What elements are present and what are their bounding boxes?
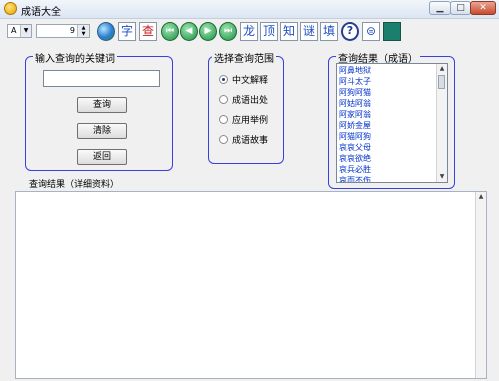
list-item[interactable]: 哀哀欲绝 [339,153,371,164]
first-button[interactable]: ⏮ [161,22,179,41]
keyword-input[interactable] [43,70,160,87]
help-button[interactable]: ? [341,22,359,41]
spinner-arrows-icon[interactable]: ▲ ▼ [77,25,89,37]
mi-button-label: 谜 [302,24,315,38]
results-scrollbar[interactable]: ▲ ▼ [436,64,447,182]
back-button[interactable]: 返回 [77,149,127,165]
help-icon: ? [346,24,354,37]
window-title: 成语大全 [21,7,61,18]
next-icon: ▶ [204,26,212,36]
scrollbar-thumb[interactable] [438,75,445,89]
list-item[interactable]: 阿猫阿狗 [339,131,371,142]
list-item[interactable]: 阿狗阿猫 [339,87,371,98]
font-combo[interactable]: A ▼ [7,24,32,38]
maximize-button[interactable]: □ [450,1,471,15]
list-item[interactable]: 哀兵必胜 [339,164,371,175]
query-button[interactable]: 查询 [77,97,127,113]
mi-button[interactable]: 谜 [300,22,318,41]
list-item[interactable]: 阿娇金屋 [339,120,371,131]
maximize-icon: □ [456,3,465,13]
first-icon: ⏮ [165,26,175,36]
results-listbox[interactable]: 阿鼻地狱 阿斗太子 阿狗阿猫 阿姑阿翁 阿家阿翁 阿娇金屋 阿猫阿狗 哀哀父母 … [336,63,448,183]
list-item[interactable]: 哀而不伤 [339,175,371,182]
scroll-up-icon[interactable]: ▲ [476,192,486,202]
clear-button[interactable]: 清除 [77,123,127,139]
list-item[interactable]: 阿家阿翁 [339,109,371,120]
minimize-icon: ▁ [436,3,444,13]
scope-group-label: 选择查询范围 [212,50,276,65]
ding-button[interactable]: 顶 [260,22,278,41]
minimize-button[interactable]: ▁ [429,1,451,15]
long-button-label: 龙 [242,24,255,38]
library-button[interactable] [383,22,401,41]
scroll-down-icon[interactable]: ▼ [437,172,447,182]
prev-button[interactable]: ◀ [180,22,198,41]
list-item[interactable]: 阿鼻地狱 [339,65,371,76]
tian-button-label: 填 [322,24,335,38]
print-icon: ⊜ [365,24,377,38]
detail-label: 查询结果（详细资料） [29,180,120,190]
scope-option-label: 应用举例 [232,116,269,126]
size-spinner[interactable]: 9 ▲ ▼ [36,24,90,38]
font-combo-value: A [11,26,17,35]
title-bar: 成语大全 ▁ □ ✕ [0,0,499,19]
detail-scrollbar[interactable]: ▲ [475,192,486,378]
tian-button[interactable]: 填 [320,22,338,41]
chevron-down-icon[interactable]: ▼ [20,25,31,37]
close-button[interactable]: ✕ [470,1,496,15]
next-button[interactable]: ▶ [199,22,217,41]
list-item[interactable]: 阿姑阿翁 [339,98,371,109]
zhi-button[interactable]: 知 [280,22,298,41]
size-spinner-value: 9 [69,26,75,35]
last-icon: ⏭ [223,26,233,36]
list-item[interactable]: 阿斗太子 [339,76,371,87]
scope-option-label: 中文解释 [232,76,269,86]
app-window: 成语大全 ▁ □ ✕ A ▼ 9 ▲ ▼ 字 查 ⏮ ◀ ▶ ⏭ 龙 顶 知 谜 … [0,0,499,381]
radio-button[interactable] [219,135,228,144]
cha-button-label: 查 [141,24,154,38]
radio-button[interactable] [219,95,228,104]
last-button[interactable]: ⏭ [219,22,237,41]
prev-icon: ◀ [185,26,193,36]
close-icon: ✕ [479,3,487,13]
zhi-button-label: 知 [282,24,295,38]
zi-button[interactable]: 字 [118,22,136,41]
cha-button[interactable]: 查 [139,22,157,41]
globe-button[interactable] [97,22,115,41]
radio-button[interactable] [219,115,228,124]
long-button[interactable]: 龙 [240,22,258,41]
scope-option-label: 成语故事 [232,136,269,146]
ding-button-label: 顶 [262,24,275,38]
app-icon [4,2,17,15]
detail-textarea[interactable]: ▲ [15,191,487,379]
list-item[interactable]: 哀哀父母 [339,142,371,153]
print-button[interactable]: ⊜ [362,22,380,41]
scroll-up-icon[interactable]: ▲ [437,64,447,74]
radio-button[interactable] [219,75,228,84]
scope-option-label: 成语出处 [232,96,269,106]
zi-button-label: 字 [120,24,133,38]
keyword-group-label: 输入查询的关键词 [33,50,117,65]
